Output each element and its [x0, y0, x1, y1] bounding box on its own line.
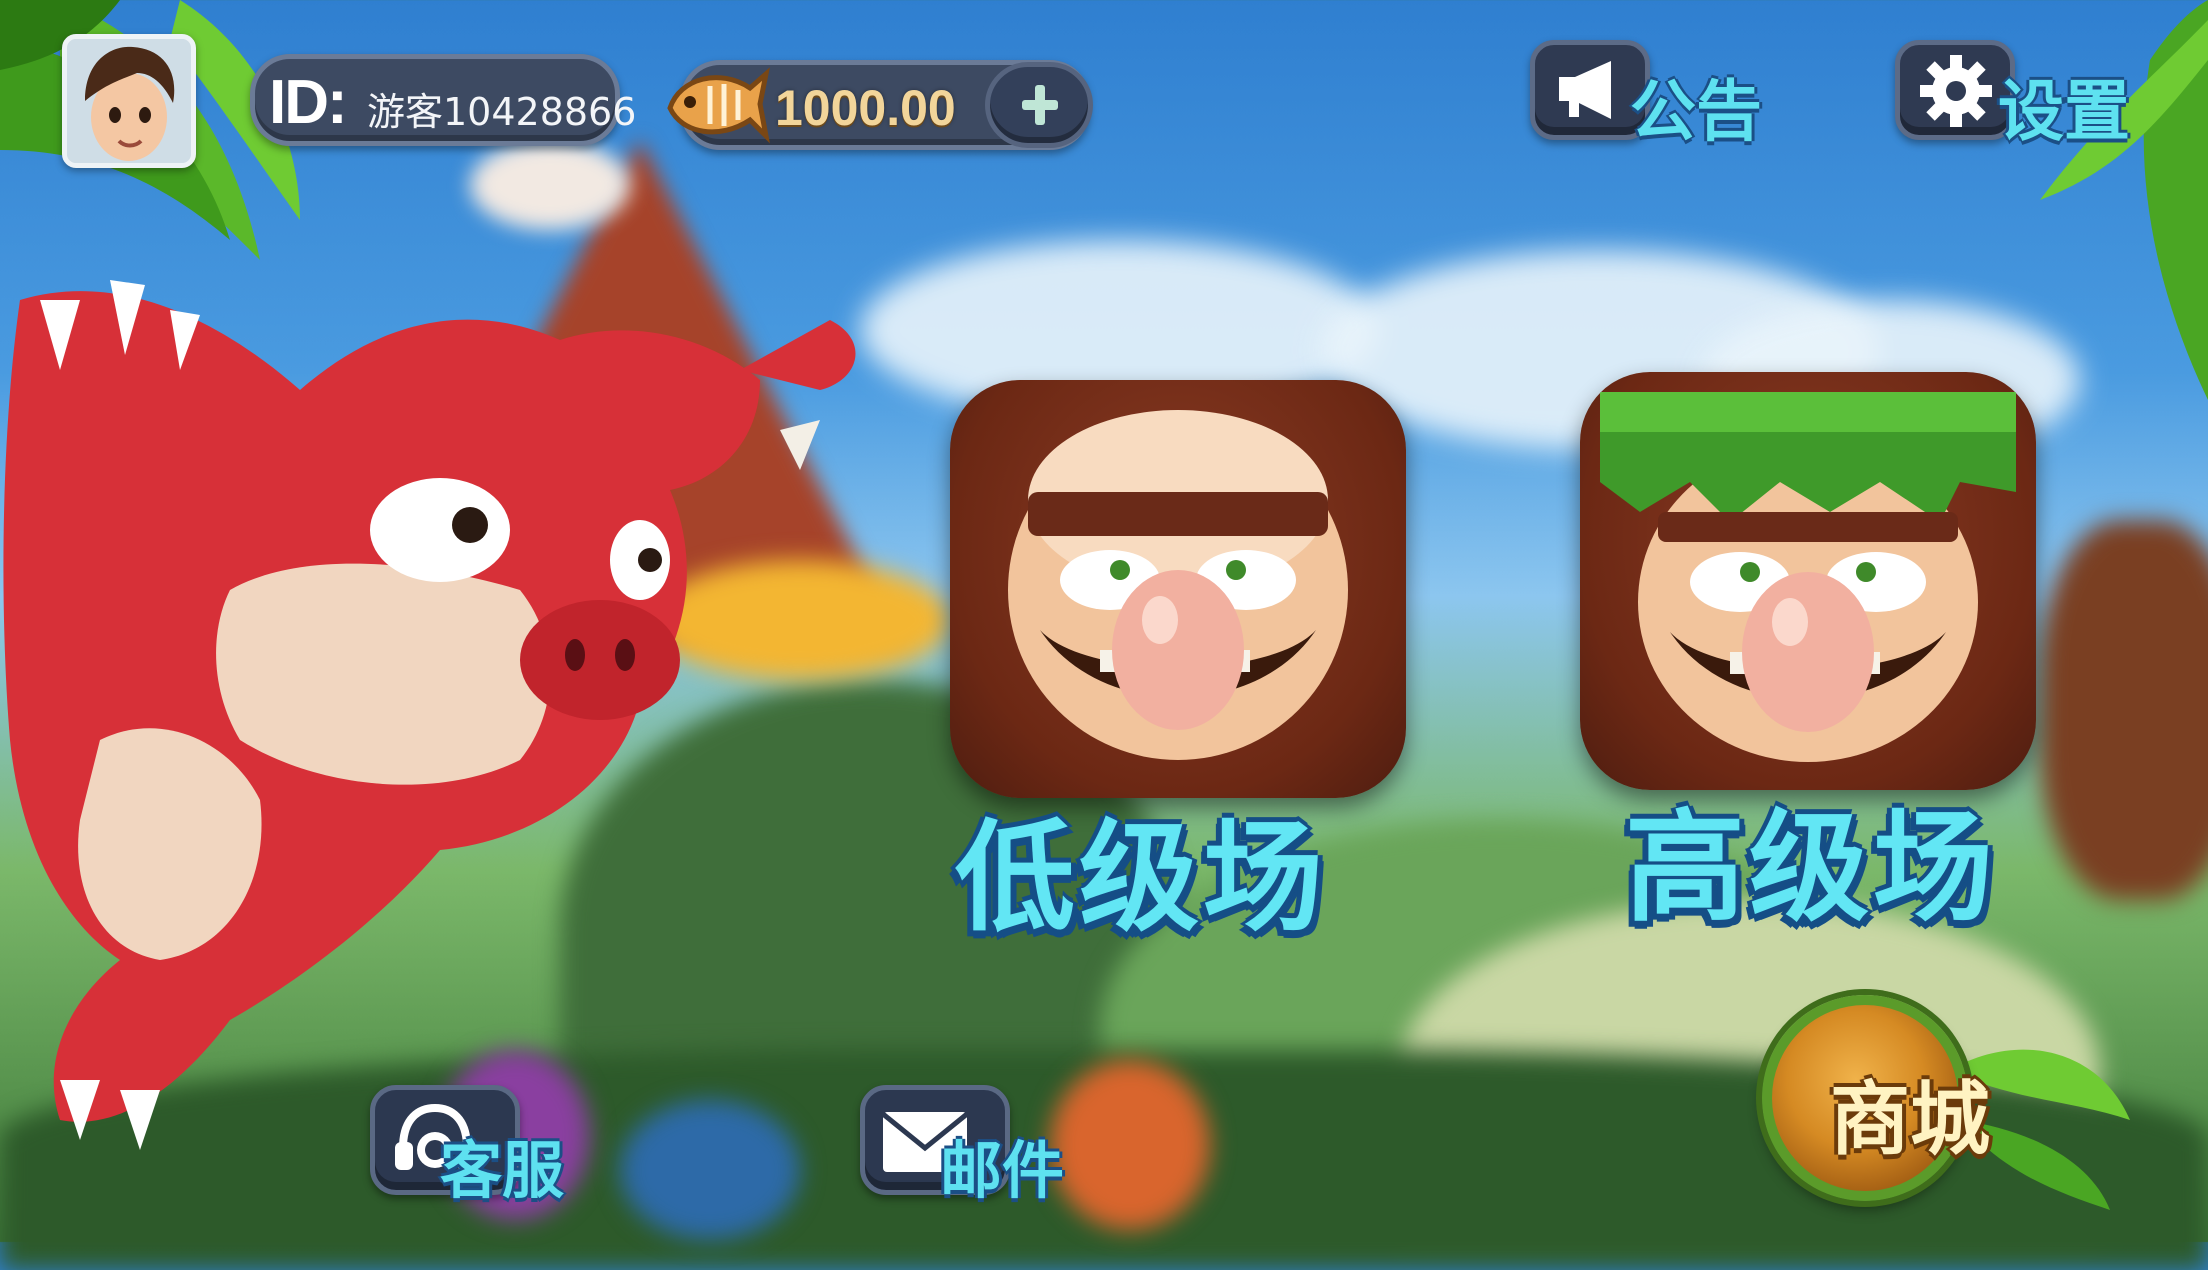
add-balance-button[interactable] — [985, 62, 1093, 148]
player-avatar[interactable] — [62, 34, 196, 168]
low-level-room-card[interactable] — [950, 380, 1406, 798]
id-tag: ID: — [269, 68, 348, 137]
settings-button[interactable] — [1895, 40, 2015, 140]
low-level-room-label[interactable]: 低级场 — [955, 780, 1327, 954]
player-avatar-image — [67, 39, 191, 163]
mail-label[interactable]: 邮件 — [940, 1120, 1064, 1210]
gear-icon — [1920, 55, 1992, 127]
megaphone-icon — [1559, 61, 1611, 119]
customer-service-label[interactable]: 客服 — [440, 1120, 564, 1210]
shop-label[interactable]: 商城 — [1830, 1055, 1990, 1171]
settings-label[interactable]: 设置 — [1998, 58, 2130, 154]
player-id-panel: ID: 游客10428866 — [250, 54, 636, 146]
balance-value: 1000.00 — [775, 80, 956, 136]
caveman-face-icon — [1008, 410, 1348, 760]
player-id-value: 游客10428866 — [367, 90, 637, 134]
notice-label[interactable]: 公告 — [1630, 58, 1762, 154]
high-level-room-label[interactable]: 高级场 — [1625, 770, 1997, 944]
high-level-room-card[interactable] — [1580, 372, 2036, 790]
plus-icon — [1022, 85, 1058, 125]
fish-coin-icon — [667, 67, 770, 144]
caveman-leaf-hat-icon — [1600, 392, 2016, 762]
red-dragon-mascot — [3, 280, 856, 1150]
